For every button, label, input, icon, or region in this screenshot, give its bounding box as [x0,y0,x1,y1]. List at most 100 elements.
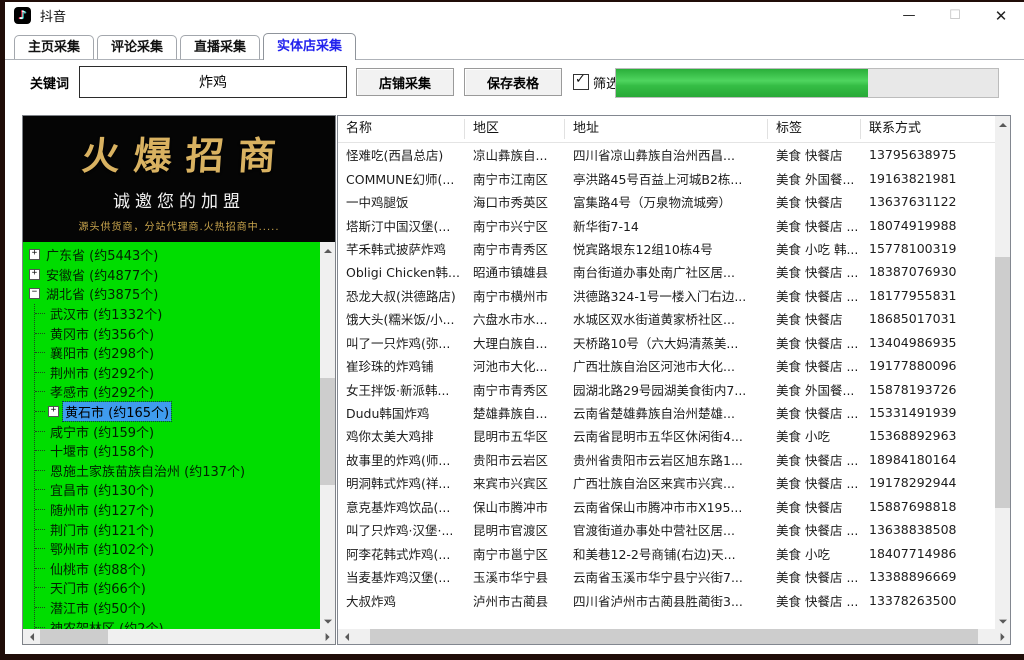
tree-connector [35,431,45,432]
table-row[interactable]: 恐龙大叔(洪德路店)南宁市横州市洪德路324-1号一楼入门右边...美食 快餐店… [338,284,995,307]
table-row[interactable]: 塔斯汀中国汉堡(...南宁市兴宁区新华街7-14美食 快餐店 ...180749… [338,213,995,236]
scroll-right-icon[interactable] [320,629,335,644]
filter-phone-checkbox[interactable] [573,74,589,90]
cell-phone: 18074919988 [861,218,995,233]
tree-item[interactable]: +黄石市 (约165个) [35,402,320,422]
column-header-5[interactable]: 联系方式 [861,119,995,139]
tree-item[interactable]: 潜江市 (约50个) [35,598,320,618]
tree-item[interactable]: −湖北省 (约3875个) [29,284,320,304]
save-table-button[interactable]: 保存表格 [464,68,562,96]
tree-hscroll-thumb[interactable] [40,629,108,644]
cell-address: 云南省玉溪市华宁县宁兴街7... [565,567,768,586]
table-row[interactable]: 女王拌饭·新派韩...南宁市青秀区园湖北路29号园湖美食街内7...美食 外国餐… [338,377,995,400]
tree-horizontal-scrollbar[interactable] [23,629,335,644]
table-hscroll-thumb[interactable] [370,629,978,644]
tree-item[interactable]: 鄂州市 (约102个) [35,539,320,559]
cell-phone: 19178292944 [861,475,995,490]
tree-item[interactable]: 仙桃市 (约88个) [35,559,320,579]
table-vscroll-thumb[interactable] [995,257,1010,508]
tree-vscroll-thumb[interactable] [320,378,335,485]
scroll-up-icon[interactable] [320,242,335,257]
cell-phone: 13637631122 [861,194,995,209]
tree-hscroll-track[interactable] [38,629,320,644]
tree-item[interactable]: 恩施土家族苗族自治州 (约137个) [35,461,320,481]
table-row[interactable]: 故事里的炸鸡(师...贵阳市云岩区贵州省贵阳市云岩区旭东路1...美食 快餐店 … [338,448,995,471]
maximize-button[interactable]: ☐ [932,2,978,29]
close-button[interactable]: ✕ [978,2,1024,29]
tree-item[interactable]: 咸宁市 (约159个) [35,421,320,441]
column-header-4[interactable]: 标签 [768,119,861,139]
table-row[interactable]: Obligi Chicken韩...昭通市镇雄县南台街道办事处南广社区居...美… [338,260,995,283]
table-row[interactable]: 怪难吃(西昌总店)凉山彝族自...四川省凉山彝族自治州西昌...美食 快餐店13… [338,143,995,166]
shop-table-panel: 名称地区地址标签联系方式 怪难吃(西昌总店)凉山彝族自...四川省凉山彝族自治州… [337,115,1011,645]
douyin-logo-icon: ♪ [14,7,31,24]
tab-2[interactable]: 评论采集 [97,35,177,59]
cell-region: 南宁市青秀区 [465,239,565,258]
column-header-1[interactable]: 名称 [338,119,465,139]
cell-phone: 18387076930 [861,264,995,279]
tree-item[interactable]: +安徽省 (约4877个) [29,265,320,285]
app-window: ♪ 抖音 — ☐ ✕ 主页采集评论采集直播采集实体店采集 关键词 店铺采集 保存… [5,2,1024,654]
table-row[interactable]: 阿李花韩式炸鸡(...南宁市邕宁区和美巷12-2号商铺(右边)天...美食 小吃… [338,541,995,564]
cell-address: 云南省昆明市五华区休闲街4... [565,426,768,445]
table-row[interactable]: 叫了只炸鸡·汉堡·...昆明市官渡区官渡街道办事处中营社区居...美食 快餐店 … [338,518,995,541]
table-hscroll-track[interactable] [353,629,995,644]
tab-4[interactable]: 实体店采集 [263,33,356,60]
tree-item[interactable]: 天门市 (约66个) [35,578,320,598]
table-row[interactable]: 一中鸡腿饭海口市秀英区富集路4号（万泉物流城旁）美食 快餐店1363763112… [338,190,995,213]
table-vertical-scrollbar[interactable] [995,116,1010,629]
scroll-left-icon[interactable] [23,629,38,644]
tab-3[interactable]: 直播采集 [180,35,260,59]
table-row[interactable]: COMMUNE幻师(...南宁市江南区亭洪路45号百益上河城B2栋...美食 外… [338,166,995,189]
table-row[interactable]: 当麦基炸鸡汉堡(...玉溪市华宁县云南省玉溪市华宁县宁兴街7...美食 快餐店 … [338,565,995,588]
tree-item[interactable]: 孝感市 (约292个) [35,382,320,402]
expand-plus-icon[interactable]: + [29,269,40,280]
expand-plus-icon[interactable]: + [29,249,40,260]
desktop-background: ♪ 抖音 — ☐ ✕ 主页采集评论采集直播采集实体店采集 关键词 店铺采集 保存… [0,0,1024,660]
scroll-down-icon[interactable] [995,614,1010,629]
table-row[interactable]: 意克基炸鸡饮品(...保山市腾冲市云南省保山市腾冲市市X195...美食 快餐店… [338,495,995,518]
tree-item-label: 黄冈市 (约356个) [48,324,156,343]
scroll-left-icon[interactable] [338,629,353,644]
table-row[interactable]: 饿大头(糯米饭/小...六盘水市水...水城区双水街道黄家桥社区...美食 快餐… [338,307,995,330]
tree-vscroll-track[interactable] [320,257,335,614]
scroll-right-icon[interactable] [995,629,1010,644]
table-row[interactable]: Dudu韩国炸鸡楚雄彝族自...云南省楚雄彝族自治州楚雄...美食 快餐店 ..… [338,401,995,424]
keyword-input[interactable] [79,66,347,98]
tree-item[interactable]: 黄冈市 (约356个) [35,323,320,343]
tree-item[interactable]: 神农架林区 (约2个) [35,617,320,629]
table-row[interactable]: 明洞韩式炸鸡(祥...来宾市兴宾区广西壮族自治区来宾市兴宾...美食 快餐店 .… [338,471,995,494]
cell-address: 水城区双水街道黄家桥社区... [565,309,768,328]
column-header-3[interactable]: 地址 [565,119,768,139]
tree-item[interactable]: 武汉市 (约1332个) [35,304,320,324]
minimize-button[interactable]: — [886,2,932,29]
tree-item[interactable]: 荆门市 (约121个) [35,519,320,539]
tree-item[interactable]: 十堰市 (约158个) [35,441,320,461]
cell-phone: 15887698818 [861,499,995,514]
tree-item[interactable]: 荆州市 (约292个) [35,363,320,383]
tree-item[interactable]: 宜昌市 (约130个) [35,480,320,500]
tree-item[interactable]: +广东省 (约5443个) [29,245,320,265]
collapse-minus-icon[interactable]: − [29,288,40,299]
shop-collect-button[interactable]: 店铺采集 [356,68,454,96]
cell-phone: 13378263500 [861,593,995,608]
scroll-down-icon[interactable] [320,614,335,629]
table-row[interactable]: 鸡你太美大鸡排昆明市五华区云南省昆明市五华区休闲街4...美食 小吃153688… [338,424,995,447]
cell-region: 楚雄彝族自... [465,403,565,422]
tree-item[interactable]: 襄阳市 (约298个) [35,343,320,363]
cell-phone: 15331491939 [861,405,995,420]
scroll-up-icon[interactable] [995,116,1010,131]
expand-plus-icon[interactable]: + [48,406,59,417]
tree-item[interactable]: 随州市 (约127个) [35,500,320,520]
table-row[interactable]: 崔珍珠的炸鸡铺河池市大化...广西壮族自治区河池市大化...美食 快餐店 ...… [338,354,995,377]
tree-vertical-scrollbar[interactable] [320,242,335,629]
tab-1[interactable]: 主页采集 [14,35,94,59]
column-header-2[interactable]: 地区 [465,119,565,139]
cell-phone: 18984180164 [861,452,995,467]
table-horizontal-scrollbar[interactable] [338,629,1010,644]
table-vscroll-track[interactable] [995,131,1010,614]
table-row[interactable]: 大叔炸鸡泸州市古蔺县四川省泸州市古蔺县胜蔺街3...美食 快餐店 ...1337… [338,588,995,611]
table-row[interactable]: 叫了一只炸鸡(弥...大理白族自...天桥路10号（六大妈清蒸美...美食 快餐… [338,331,995,354]
table-row[interactable]: 芊禾韩式披萨炸鸡南宁市青秀区悦宾路垠东12组10栋4号美食 小吃 韩...157… [338,237,995,260]
tree-connector [35,489,45,490]
